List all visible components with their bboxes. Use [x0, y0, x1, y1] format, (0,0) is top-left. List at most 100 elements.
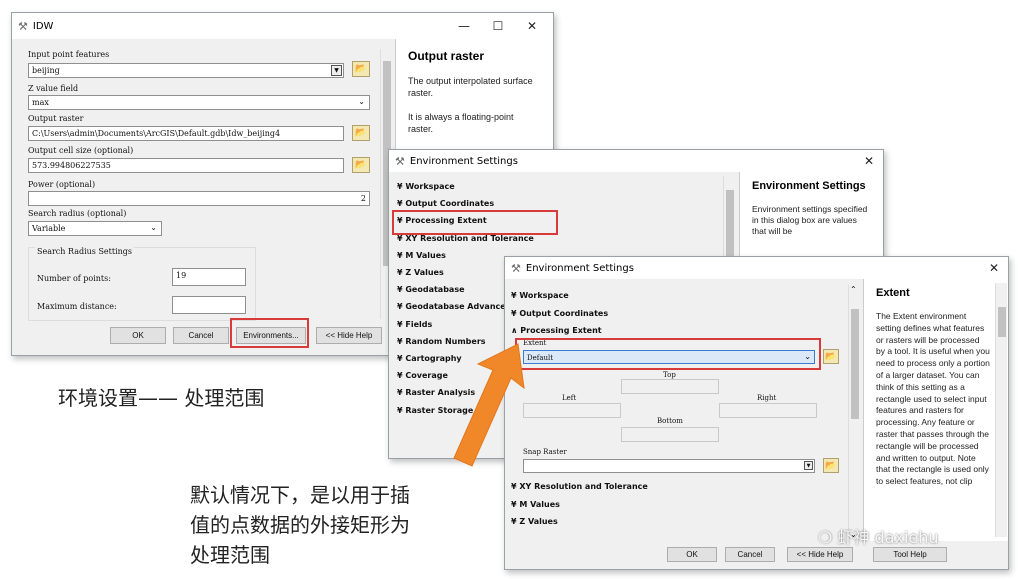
- env1-section-item[interactable]: ¥ Workspace: [397, 182, 455, 191]
- folder-icon[interactable]: 📂: [352, 125, 370, 141]
- hide-help-button[interactable]: << Hide Help: [316, 327, 382, 344]
- help-scrollbar[interactable]: [995, 283, 1007, 537]
- help-title: Environment Settings: [752, 180, 866, 192]
- env1-section-item[interactable]: ¥ Z Values: [397, 268, 444, 277]
- search-radius-value: Variable: [32, 224, 66, 233]
- caption-default-extent: 默认情况下，是以用于插 值的点数据的外接矩形为 处理范围: [190, 480, 410, 570]
- close-icon[interactable]: ✕: [515, 13, 549, 39]
- cell-size-input[interactable]: 573.994806227535: [28, 158, 344, 173]
- search-radius-group-label: Search Radius Settings: [35, 247, 135, 256]
- power-value: 2: [360, 194, 366, 203]
- bottom-label: Bottom: [657, 417, 683, 425]
- scrollbar-thumb[interactable]: [851, 309, 859, 419]
- cancel-button[interactable]: Cancel: [173, 327, 229, 344]
- section-label: Z Values: [405, 268, 444, 277]
- section-z-values[interactable]: ¥ Z Values: [511, 517, 558, 526]
- section-m-values[interactable]: ¥ M Values: [511, 500, 560, 509]
- env1-title: Environment Settings: [409, 155, 518, 167]
- search-radius-group: Search Radius Settings Number of points:…: [28, 247, 256, 321]
- hide-help-button[interactable]: << Hide Help: [787, 547, 853, 562]
- snap-raster-dropdown[interactable]: ▼: [523, 459, 815, 473]
- output-raster-label: Output raster: [28, 114, 84, 123]
- env1-section-item[interactable]: ¥ Geodatabase: [397, 285, 465, 294]
- hammer-icon: ⚒: [511, 261, 521, 275]
- maximum-distance-label: Maximum distance:: [37, 302, 117, 311]
- env1-section-item[interactable]: ¥ Output Coordinates: [397, 199, 494, 208]
- section-workspace[interactable]: ¥ Workspace: [511, 291, 569, 300]
- section-label: Output Coordinates: [405, 199, 495, 209]
- section-processing-extent[interactable]: ∧ Processing Extent: [511, 326, 602, 335]
- maximize-icon[interactable]: ☐: [481, 13, 515, 39]
- section-xy-resolution[interactable]: ¥ XY Resolution and Tolerance: [511, 482, 648, 491]
- section-label: Z Values: [519, 517, 558, 526]
- section-label: Raster Storage: [405, 405, 474, 415]
- dropdown-arrow-icon: ▼: [804, 461, 813, 470]
- ok-button[interactable]: OK: [110, 327, 166, 344]
- left-input[interactable]: [523, 403, 621, 418]
- z-field-dropdown[interactable]: max ⌄: [28, 95, 370, 110]
- section-label: Geodatabase: [405, 285, 465, 295]
- cancel-button[interactable]: Cancel: [725, 547, 775, 562]
- env1-section-item[interactable]: ¥ Cartography: [397, 354, 462, 363]
- watermark-text: 虾神 daxiehu: [837, 528, 939, 547]
- env1-section-item[interactable]: ¥ Geodatabase Advanced: [397, 302, 511, 311]
- env1-section-item[interactable]: ¥ Raster Storage: [397, 406, 473, 415]
- number-of-points-label: Number of points:: [37, 274, 111, 283]
- chevron-down-icon: ⌄: [150, 223, 157, 232]
- caption-line: 处理范围: [190, 543, 270, 567]
- folder-icon[interactable]: 📂: [352, 157, 370, 173]
- folder-icon[interactable]: 📂: [823, 349, 839, 364]
- section-label: Workspace: [519, 291, 569, 300]
- section-label: M Values: [405, 250, 446, 260]
- output-raster-input[interactable]: C:\Users\admin\Documents\ArcGIS\Default.…: [28, 126, 344, 141]
- maximum-distance-input[interactable]: [172, 296, 246, 314]
- help-title: Output raster: [408, 49, 485, 63]
- env1-section-item[interactable]: ¥ M Values: [397, 251, 446, 260]
- bottom-input[interactable]: [621, 427, 719, 442]
- section-label: Output Coordinates: [519, 309, 609, 318]
- search-radius-label: Search radius (optional): [28, 209, 127, 218]
- environments-highlight: [230, 318, 309, 348]
- z-field-label: Z value field: [28, 84, 79, 93]
- help-title: Extent: [876, 287, 910, 299]
- env1-section-item[interactable]: ¥ Random Numbers: [397, 337, 486, 346]
- number-of-points-input[interactable]: 19: [172, 268, 246, 286]
- chevron-down-icon: ⌄: [358, 97, 365, 106]
- dropdown-arrow-icon: ▼: [331, 65, 342, 76]
- left-label: Left: [562, 394, 577, 402]
- help-text: The output interpolated surface raster.: [408, 76, 533, 98]
- extent-highlight: [515, 338, 821, 370]
- env1-section-item[interactable]: ¥ Raster Analysis: [397, 388, 475, 397]
- number-of-points-value: 19: [176, 271, 187, 280]
- close-icon[interactable]: ✕: [980, 257, 1008, 279]
- folder-icon[interactable]: 📂: [352, 61, 370, 77]
- power-input[interactable]: 2: [28, 191, 370, 206]
- input-features-dropdown[interactable]: beijing ▼: [28, 63, 344, 78]
- top-input[interactable]: [621, 379, 719, 394]
- cell-size-value: 573.994806227535: [32, 161, 111, 170]
- hammer-icon: ⚒: [18, 19, 28, 33]
- folder-icon[interactable]: 📂: [823, 458, 839, 473]
- tool-help-button[interactable]: Tool Help: [873, 547, 947, 562]
- env1-section-item[interactable]: ¥ Fields: [397, 320, 432, 329]
- caption-line: 值的点数据的外接矩形为: [190, 513, 410, 537]
- help-text: The Extent environment setting defines w…: [876, 311, 990, 487]
- scrollbar-thumb[interactable]: [998, 307, 1006, 337]
- power-label: Power (optional): [28, 180, 96, 189]
- minimize-icon[interactable]: —: [447, 13, 481, 39]
- help-text: Environment settings specified in this d…: [752, 204, 868, 236]
- chevron-up-icon[interactable]: ⌃: [850, 285, 857, 294]
- close-icon[interactable]: ✕: [855, 150, 883, 172]
- section-output-coordinates[interactable]: ¥ Output Coordinates: [511, 309, 608, 318]
- right-input[interactable]: [719, 403, 817, 418]
- ok-button[interactable]: OK: [667, 547, 717, 562]
- env2-scrollbar[interactable]: ⌃ ⌄: [848, 285, 860, 539]
- wechat-icon: ❍: [818, 528, 838, 547]
- caption-processing-extent: 环境设置—— 处理范围: [58, 386, 265, 410]
- z-field-value: max: [32, 98, 49, 107]
- env1-section-item[interactable]: ¥ Coverage: [397, 371, 448, 380]
- env2-titlebar: ⚒ Environment Settings ✕: [505, 257, 1008, 279]
- processing-extent-highlight: [392, 210, 558, 235]
- search-radius-dropdown[interactable]: Variable ⌄: [28, 221, 162, 236]
- hammer-icon: ⚒: [395, 154, 405, 168]
